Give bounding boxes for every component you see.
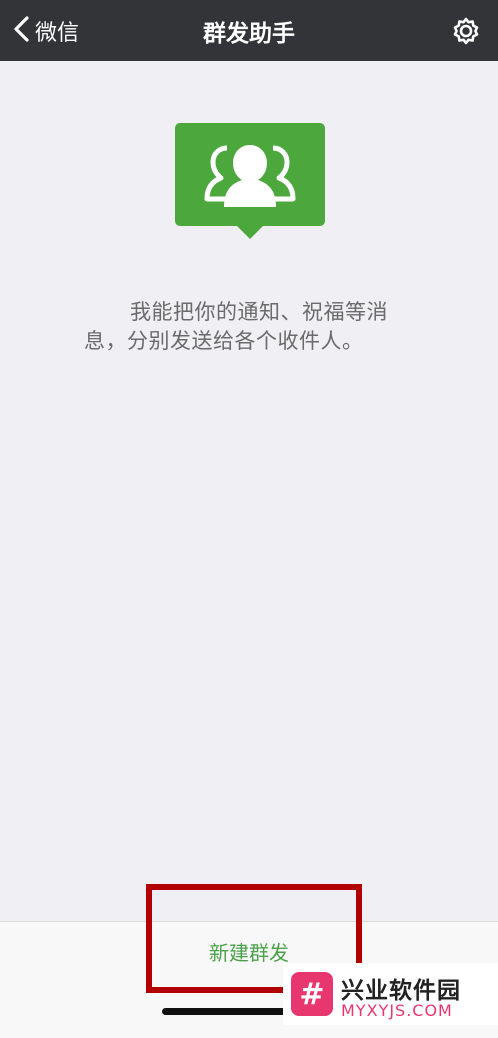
- watermark-logo: #: [291, 972, 333, 1016]
- group-chat-icon: [175, 123, 325, 240]
- back-label: 微信: [35, 21, 80, 46]
- description-line-2: 息，分别发送给各个收件人。: [84, 329, 364, 353]
- watermark-name: 兴业软件园: [341, 978, 461, 1004]
- description-text: 我能把你的通知、祝福等消 息，分别发送给各个收件人。: [84, 298, 394, 356]
- navigation-bar: 微信 群发助手: [0, 0, 498, 61]
- gear-icon: [452, 17, 480, 49]
- description-line-1: 我能把你的通知、祝福等消: [130, 300, 388, 324]
- settings-button[interactable]: [452, 17, 480, 45]
- chevron-left-icon: [12, 15, 32, 47]
- watermark-logo-glyph: #: [299, 976, 325, 1012]
- back-button[interactable]: 微信: [12, 14, 79, 48]
- watermark-url: MYXYJS.COM: [341, 1001, 453, 1020]
- watermark: # 兴业软件园 MYXYJS.COM: [283, 963, 498, 1025]
